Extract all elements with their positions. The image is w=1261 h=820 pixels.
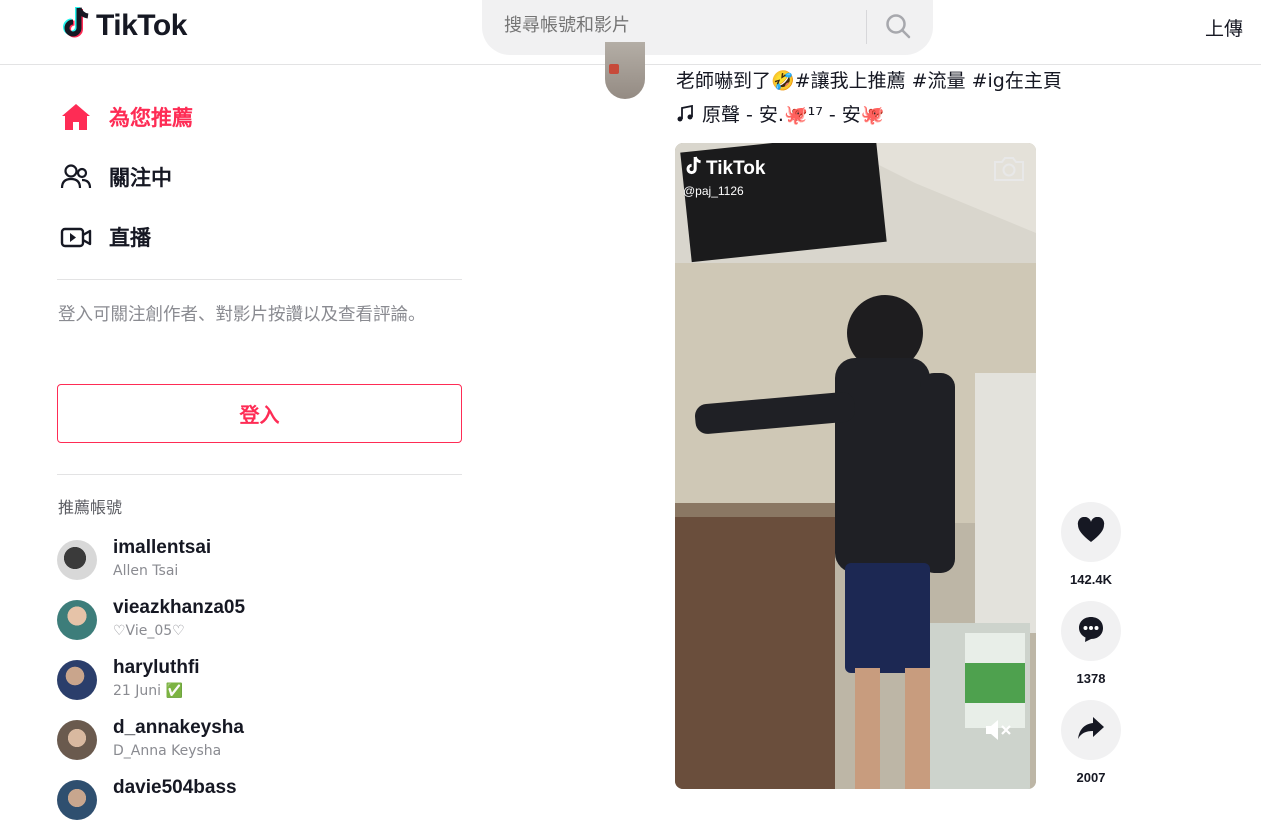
tiktok-logo[interactable]: TikTok [62,6,187,45]
login-button[interactable]: 登入 [57,384,462,443]
comment-action: 1378 [1061,601,1121,686]
like-action: 142.4K [1061,502,1121,587]
avatar-detail [609,64,619,74]
music-title: 原聲 - 安.🐙¹⁷ - 安🐙 [702,104,885,126]
avatar [57,660,97,700]
mute-button[interactable] [984,718,1014,747]
share-count: 2007 [1076,770,1106,785]
camera-icon [992,155,1026,188]
nav-label: 直播 [109,226,151,250]
like-count: 142.4K [1070,572,1112,587]
watermark-logo-text: TikTok [706,157,766,179]
tiktok-note-icon [62,6,92,45]
login-hint-text: 登入可關注創作者、對影片按讚以及查看評論。 [58,305,426,325]
tiktok-note-icon [685,155,703,182]
like-button[interactable] [1061,502,1121,562]
suggested-account[interactable]: davie504bass [57,777,237,820]
video-player[interactable]: TikTok @paj_1126 [675,143,1036,789]
share-button[interactable] [1061,700,1121,760]
nav-label: 關注中 [109,166,172,190]
home-icon [60,100,96,134]
video-frame [675,143,1036,789]
nav-live[interactable]: 直播 [60,220,151,254]
music-note-icon [676,104,694,123]
account-username: haryluthfi [113,657,200,678]
post-author-avatar[interactable] [605,42,645,99]
account-nickname: ♡Vie_05♡ [113,623,185,639]
account-username: vieazkhanza05 [113,597,246,618]
account-nickname: Allen Tsai [113,563,179,579]
search-bar [482,0,933,55]
live-video-icon [60,220,96,254]
account-username: davie504bass [113,777,237,798]
avatar [57,540,97,580]
search-divider [866,10,867,44]
avatar [57,720,97,760]
suggested-account[interactable]: haryluthfi 21 Juni ✅ [57,657,200,700]
account-nickname: 21 Juni ✅ [113,683,183,699]
search-icon [885,13,911,44]
sidebar-divider [57,474,462,475]
post-caption: 老師嚇到了🤣#讓我上推薦 #流量 #ig在主頁 [676,70,1062,92]
suggested-account[interactable]: vieazkhanza05 ♡Vie_05♡ [57,597,246,640]
volume-muted-icon [984,720,1014,746]
users-icon [60,160,96,194]
comment-count: 1378 [1076,671,1106,686]
suggested-accounts-title: 推薦帳號 [58,498,123,517]
watermark-username: @paj_1126 [683,184,744,198]
comment-icon [1077,615,1105,648]
post-music[interactable]: 原聲 - 安.🐙¹⁷ - 安🐙 [676,100,884,127]
sidebar-divider [57,279,462,280]
account-username: d_annakeysha [113,717,244,738]
nav-following[interactable]: 關注中 [60,160,172,194]
share-icon [1077,715,1105,746]
account-nickname: D_Anna Keysha [113,743,222,759]
logo-text: TikTok [96,8,187,42]
comment-button[interactable] [1061,601,1121,661]
account-username: imallentsai [113,537,212,558]
nav-for-you[interactable]: 為您推薦 [60,100,193,134]
search-input[interactable] [502,14,866,37]
tiktok-watermark: TikTok [685,155,765,182]
heart-icon [1077,516,1105,548]
upload-button[interactable]: 上傳 [1205,14,1243,41]
avatar [57,780,97,820]
avatar [57,600,97,640]
search-button[interactable] [880,12,916,44]
share-action: 2007 [1061,700,1121,785]
nav-label: 為您推薦 [109,106,193,130]
suggested-account[interactable]: d_annakeysha D_Anna Keysha [57,717,244,760]
suggested-account[interactable]: imallentsai Allen Tsai [57,537,212,580]
